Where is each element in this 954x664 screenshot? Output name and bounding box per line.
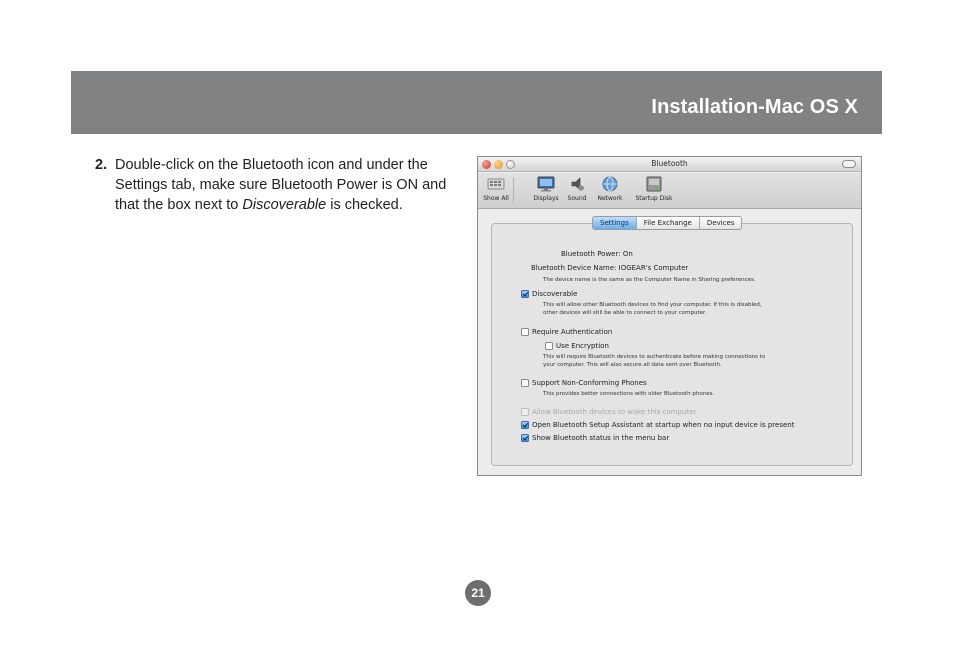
non-conforming-phones-desc: This provides better connections with ol… <box>543 391 715 397</box>
discoverable-desc-2: other devices will still be able to conn… <box>543 310 707 316</box>
setup-assistant-label: Open Bluetooth Setup Assistant at startu… <box>532 421 795 429</box>
toolbar-show-all-label: Show All <box>483 195 509 202</box>
bluetooth-power-label: Bluetooth Power: <box>561 250 621 258</box>
discoverable-checkbox[interactable] <box>521 290 529 298</box>
allow-wake-checkbox <box>521 408 529 416</box>
toolbar-toggle-button[interactable] <box>842 160 856 168</box>
discoverable-label: Discoverable <box>532 290 578 298</box>
device-name-label: Bluetooth Device Name: <box>531 264 617 272</box>
step-emphasis: Discoverable <box>242 197 327 213</box>
toolbar-startup-disk-label: Startup Disk <box>635 195 673 202</box>
allow-wake-label: Allow Bluetooth devices to wake this com… <box>532 408 697 416</box>
sound-icon <box>571 177 584 191</box>
toolbar-network[interactable]: Network <box>593 176 627 202</box>
toolbar-show-all[interactable]: Show All <box>481 176 511 202</box>
step-text-part2: is checked. <box>326 197 403 213</box>
toolbar-sound-label: Sound <box>567 195 587 202</box>
discoverable-desc-1: This will allow other Bluetooth devices … <box>543 302 762 308</box>
tab-devices[interactable]: Devices <box>700 217 742 229</box>
show-all-icon <box>487 178 505 190</box>
window-title: Bluetooth <box>651 159 688 168</box>
bluetooth-power-value: On <box>622 250 633 258</box>
settings-panel: Bluetooth Power: On Bluetooth Device Nam… <box>491 223 853 466</box>
non-conforming-phones-label: Support Non-Conforming Phones <box>532 379 647 387</box>
bluetooth-preferences-window: Bluetooth Show All Displays Sound Networ… <box>477 156 862 476</box>
toolbar-separator <box>513 177 514 203</box>
toolbar-sound[interactable]: Sound <box>564 176 590 202</box>
tab-bar: Settings File Exchange Devices <box>592 216 743 230</box>
require-authentication-label: Require Authentication <box>532 328 613 336</box>
bluetooth-power-row: Bluetooth Power: On <box>561 250 633 258</box>
device-name-row: Bluetooth Device Name: IOGEAR's Computer <box>531 264 688 272</box>
device-name-note: The device name is the same as the Compu… <box>543 277 756 283</box>
non-conforming-phones-checkbox[interactable] <box>521 379 529 387</box>
page-number-badge: 21 <box>465 580 491 606</box>
step-number: 2. <box>95 157 108 173</box>
use-encryption-label: Use Encryption <box>556 342 609 350</box>
tab-settings[interactable]: Settings <box>593 217 637 229</box>
menu-bar-status-checkbox[interactable] <box>521 434 529 442</box>
section-title: Installation-Mac OS X <box>651 96 858 118</box>
section-header-band: Installation-Mac OS X <box>71 71 882 134</box>
displays-icon <box>537 176 555 192</box>
tab-file-exchange[interactable]: File Exchange <box>637 217 700 229</box>
window-titlebar: Bluetooth <box>478 157 861 172</box>
startup-disk-icon <box>646 176 662 192</box>
menu-bar-status-label: Show Bluetooth status in the menu bar <box>532 434 670 442</box>
toolbar-network-label: Network <box>597 195 623 202</box>
require-authentication-checkbox[interactable] <box>521 328 529 336</box>
setup-assistant-checkbox[interactable] <box>521 421 529 429</box>
preferences-toolbar: Show All Displays Sound Network Startup … <box>478 173 861 209</box>
network-icon <box>602 176 618 192</box>
step-text: Double-click on the Bluetooth icon and u… <box>115 155 460 215</box>
use-encryption-desc-1: This will require Bluetooth devices to a… <box>543 354 766 360</box>
toolbar-displays-label: Displays <box>533 195 559 202</box>
use-encryption-checkbox[interactable] <box>545 342 553 350</box>
toolbar-displays[interactable]: Displays <box>530 176 562 202</box>
device-name-value: IOGEAR's Computer <box>618 264 689 272</box>
use-encryption-desc-2: your computer. This will also secure all… <box>543 362 722 368</box>
preferences-content: Settings File Exchange Devices Bluetooth… <box>478 210 861 475</box>
toolbar-startup-disk[interactable]: Startup Disk <box>630 176 678 202</box>
